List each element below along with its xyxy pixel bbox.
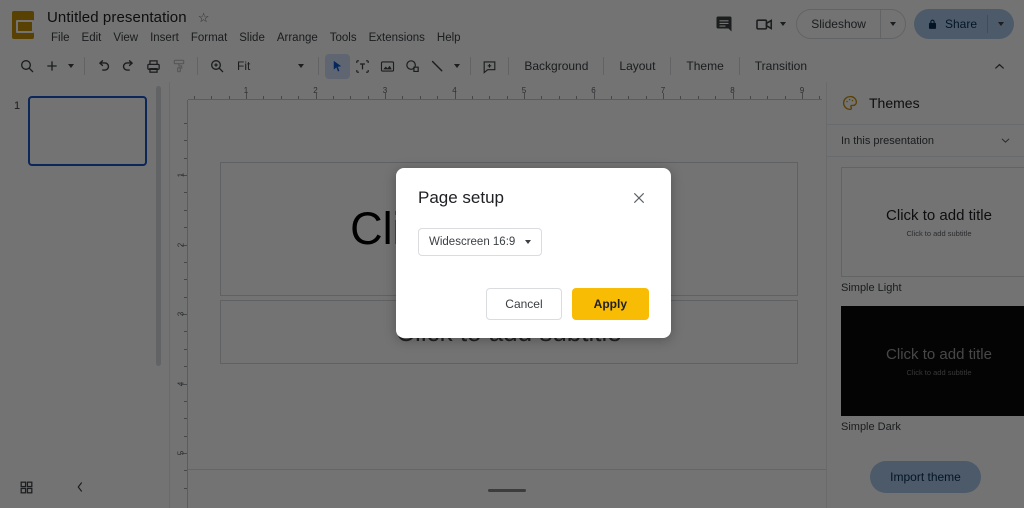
dialog-actions: Cancel Apply [486,288,649,320]
slides-app-window: Untitled presentation ☆ File Edit View I… [0,0,1024,508]
dialog-header: Page setup [418,188,649,208]
close-icon[interactable] [629,188,649,208]
cancel-button[interactable]: Cancel [486,288,562,320]
page-setup-dialog: Page setup Widescreen 16:9 Cancel Apply [396,168,671,338]
chevron-down-icon [525,240,532,244]
dialog-title: Page setup [418,188,505,207]
apply-button[interactable]: Apply [571,288,649,320]
page-size-value: Widescreen 16:9 [429,236,516,248]
page-size-dropdown[interactable]: Widescreen 16:9 [418,228,543,256]
